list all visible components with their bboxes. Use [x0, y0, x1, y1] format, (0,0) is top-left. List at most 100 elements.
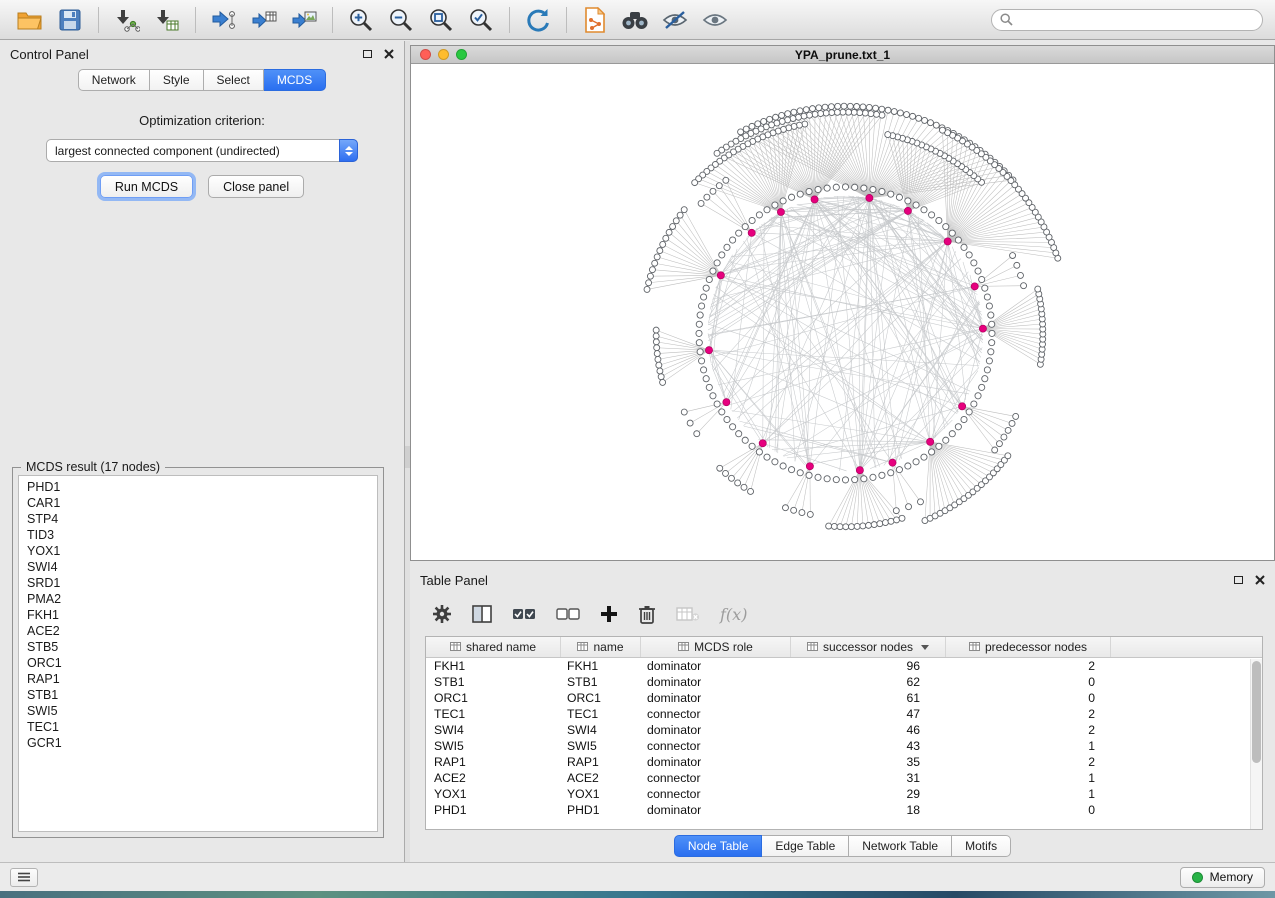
- table-row[interactable]: RAP1RAP1dominator352: [426, 754, 1262, 770]
- table-row[interactable]: FKH1FKH1dominator962: [426, 658, 1262, 674]
- optimization-criterion-select[interactable]: largest connected component (undirected): [46, 139, 358, 162]
- table-row[interactable]: SWI4SWI4dominator462: [426, 722, 1262, 738]
- network-window: YPA_prune.txt_1: [410, 45, 1275, 561]
- import-network-button[interactable]: [109, 4, 145, 36]
- cell: connector: [641, 787, 791, 801]
- window-maximize-button[interactable]: [456, 49, 467, 60]
- hide-selected-button[interactable]: [657, 4, 693, 36]
- cell: ORC1: [426, 691, 561, 705]
- deselect-all-button[interactable]: [556, 606, 580, 622]
- table-row[interactable]: PHD1PHD1dominator180: [426, 802, 1262, 818]
- search-box: [991, 9, 1263, 31]
- list-item[interactable]: CAR1: [19, 495, 377, 511]
- close-mcds-panel-button[interactable]: Close panel: [208, 175, 304, 198]
- table-scrollbar[interactable]: [1250, 659, 1262, 829]
- table-panel-header: Table Panel: [410, 567, 1275, 593]
- zoom-fit-button[interactable]: [423, 4, 459, 36]
- cell: 31: [791, 771, 946, 785]
- export-image-button[interactable]: [286, 4, 322, 36]
- cell: 18: [791, 803, 946, 817]
- find-button[interactable]: [617, 4, 653, 36]
- export-network-button[interactable]: [206, 4, 242, 36]
- tab-edge-table[interactable]: Edge Table: [762, 835, 849, 857]
- network-graph[interactable]: [411, 64, 1274, 560]
- table-panel: Table Panel: [410, 567, 1275, 862]
- network-canvas[interactable]: [411, 64, 1274, 560]
- list-item[interactable]: SRD1: [19, 575, 377, 591]
- list-item[interactable]: STP4: [19, 511, 377, 527]
- scrollbar-thumb[interactable]: [1252, 661, 1261, 763]
- tab-mcds[interactable]: MCDS: [264, 69, 326, 91]
- column-header-name[interactable]: name: [561, 637, 641, 657]
- list-item[interactable]: TID3: [19, 527, 377, 543]
- tab-network[interactable]: Network: [78, 69, 150, 91]
- delete-column-button[interactable]: [638, 604, 656, 624]
- table-row[interactable]: TEC1TEC1connector472: [426, 706, 1262, 722]
- zoom-out-button[interactable]: [383, 4, 419, 36]
- list-item[interactable]: STB1: [19, 687, 377, 703]
- list-item[interactable]: SWI5: [19, 703, 377, 719]
- list-item[interactable]: TEC1: [19, 719, 377, 735]
- open-session-button[interactable]: [12, 4, 48, 36]
- table-row[interactable]: YOX1YOX1connector291: [426, 786, 1262, 802]
- splitter-grip[interactable]: [405, 446, 410, 468]
- memory-button[interactable]: Memory: [1180, 867, 1265, 888]
- close-panel-button[interactable]: [1255, 575, 1265, 585]
- column-header-successor-nodes[interactable]: successor nodes: [791, 637, 946, 657]
- tab-style[interactable]: Style: [150, 69, 204, 91]
- save-icon: [58, 8, 82, 32]
- list-item[interactable]: SWI4: [19, 559, 377, 575]
- table-row[interactable]: SWI5SWI5connector431: [426, 738, 1262, 754]
- select-all-button[interactable]: [512, 606, 536, 622]
- tab-node-table[interactable]: Node Table: [674, 835, 763, 857]
- gear-icon: [432, 604, 452, 624]
- new-network-from-selection-button[interactable]: [577, 4, 613, 36]
- list-item[interactable]: GCR1: [19, 735, 377, 751]
- column-label: shared name: [466, 640, 536, 654]
- create-column-button[interactable]: [600, 605, 618, 623]
- list-item[interactable]: STB5: [19, 639, 377, 655]
- list-item[interactable]: FKH1: [19, 607, 377, 623]
- show-all-button[interactable]: [697, 4, 733, 36]
- import-table-button[interactable]: [149, 4, 185, 36]
- table-row[interactable]: ORC1ORC1dominator610: [426, 690, 1262, 706]
- control-panel: Control Panel Network Style Select MCDS …: [0, 41, 405, 862]
- table-toolbar: f(x): [410, 593, 1275, 635]
- tab-network-table[interactable]: Network Table: [849, 835, 952, 857]
- cell: dominator: [641, 723, 791, 737]
- list-item[interactable]: RAP1: [19, 671, 377, 687]
- close-panel-button[interactable]: [384, 49, 394, 59]
- apply-layout-button[interactable]: [520, 4, 556, 36]
- window-close-button[interactable]: [420, 49, 431, 60]
- show-columns-button[interactable]: [472, 605, 492, 623]
- column-header-shared-name[interactable]: shared name: [426, 637, 561, 657]
- trash-icon: [638, 604, 656, 624]
- save-session-button[interactable]: [52, 4, 88, 36]
- task-history-button[interactable]: [10, 868, 38, 887]
- cell: 2: [946, 707, 1111, 721]
- search-input[interactable]: [1019, 13, 1254, 27]
- plus-icon: [600, 605, 618, 623]
- list-item[interactable]: YOX1: [19, 543, 377, 559]
- list-item[interactable]: PMA2: [19, 591, 377, 607]
- function-builder-button[interactable]: f(x): [720, 605, 747, 624]
- list-item[interactable]: ORC1: [19, 655, 377, 671]
- table-row[interactable]: STB1STB1dominator620: [426, 674, 1262, 690]
- tab-motifs[interactable]: Motifs: [952, 835, 1011, 857]
- column-header-predecessor-nodes[interactable]: predecessor nodes: [946, 637, 1111, 657]
- export-table-button[interactable]: [246, 4, 282, 36]
- tab-select[interactable]: Select: [204, 69, 264, 91]
- zoom-selected-button[interactable]: [463, 4, 499, 36]
- column-header-filler: [1111, 637, 1262, 657]
- delete-table-button-disabled[interactable]: [676, 606, 700, 622]
- float-panel-button[interactable]: [363, 50, 372, 58]
- table-settings-button[interactable]: [432, 604, 452, 624]
- column-header-mcds-role[interactable]: MCDS role: [641, 637, 791, 657]
- float-panel-button[interactable]: [1234, 576, 1243, 584]
- zoom-in-button[interactable]: [343, 4, 379, 36]
- list-item[interactable]: ACE2: [19, 623, 377, 639]
- window-minimize-button[interactable]: [438, 49, 449, 60]
- run-mcds-button[interactable]: Run MCDS: [100, 175, 193, 198]
- list-item[interactable]: PHD1: [19, 479, 377, 495]
- table-row[interactable]: ACE2ACE2connector311: [426, 770, 1262, 786]
